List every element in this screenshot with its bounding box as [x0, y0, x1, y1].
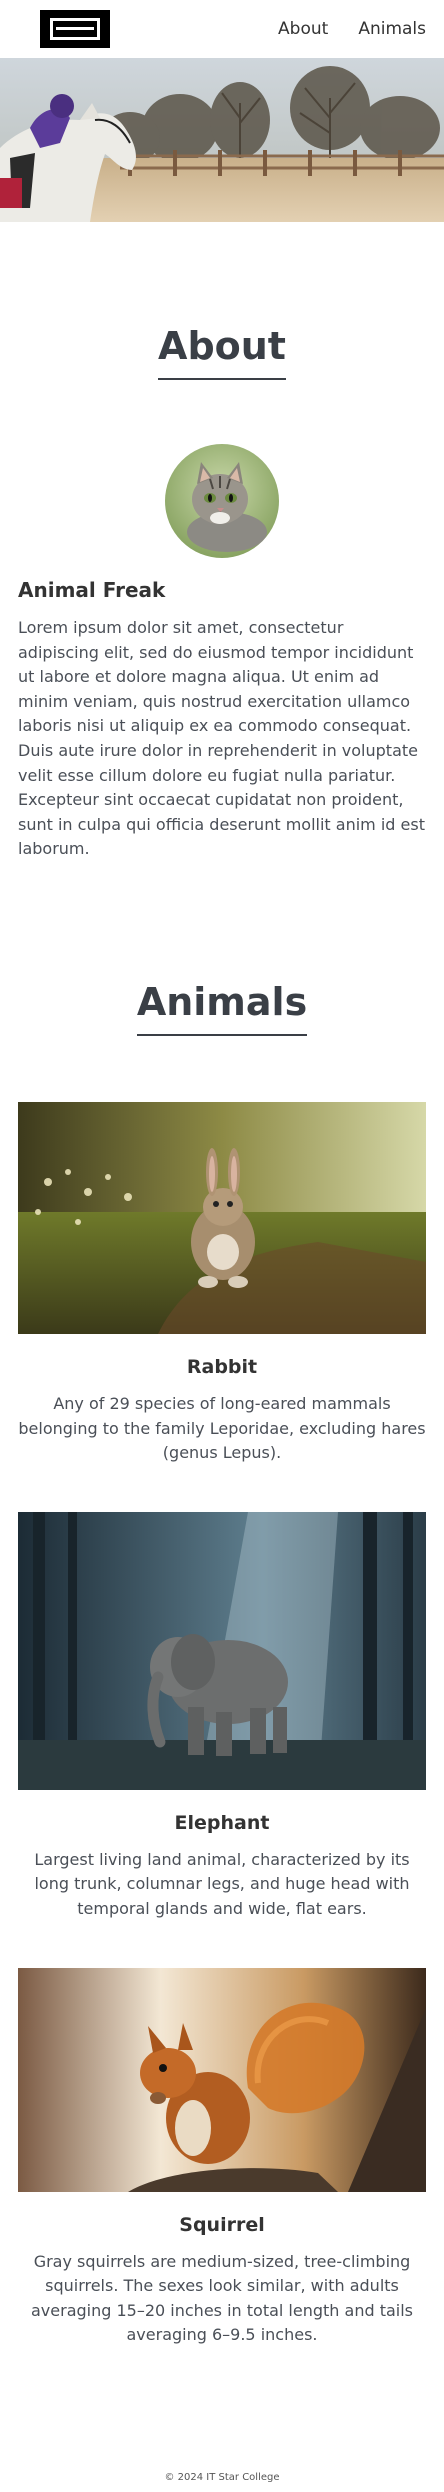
squirrel-image — [18, 1967, 426, 2192]
animal-card-elephant: Elephant Largest living land animal, cha… — [18, 1511, 426, 1922]
avatar-cat-image — [165, 444, 279, 558]
animal-list: Rabbit Any of 29 species of long-eared m… — [0, 1101, 444, 2348]
animal-card-rabbit: Rabbit Any of 29 species of long-eared m… — [18, 1101, 426, 1466]
page: About Animals About Animal Freak Lorem i… — [0, 0, 444, 2492]
animal-description: Gray squirrels are medium-sized, tree-cl… — [31, 2251, 413, 2345]
nav-link-about[interactable]: About — [278, 19, 328, 39]
squirrel-illustration — [18, 1967, 426, 2192]
animal-card-squirrel: Squirrel Gray squirrels are medium-sized… — [18, 1967, 426, 2348]
animal-description: Any of 29 species of long-eared mammals … — [18, 1393, 426, 1463]
animal-name: Rabbit — [186, 1355, 258, 1378]
animals-heading: Animals — [136, 980, 308, 1036]
site-footer: © 2024 IT Star College — [0, 2472, 444, 2483]
hero-horse-illustration — [0, 58, 444, 222]
animal-name: Elephant — [174, 1811, 270, 1834]
about-text: Lorem ipsum dolor sit amet, consectetur … — [18, 618, 425, 859]
site-header: About Animals — [0, 0, 444, 58]
rabbit-illustration — [18, 1101, 426, 1334]
animals-section: Animals Rabbit Any of 29 species of long… — [0, 862, 444, 2348]
animal-description: Largest living land animal, characterize… — [34, 1849, 410, 1918]
main-nav: About Animals — [278, 19, 426, 39]
nav-link-animals[interactable]: Animals — [358, 19, 426, 39]
animal-name: Squirrel — [179, 2213, 265, 2236]
about-name: Animal Freak — [18, 578, 166, 602]
rabbit-image — [18, 1101, 426, 1334]
hero-banner-image — [0, 58, 444, 222]
about-heading: About — [158, 324, 286, 380]
about-section: About Animal Freak Lorem ipsum dolor sit… — [0, 222, 444, 862]
logo[interactable] — [40, 10, 110, 48]
logo-mark — [50, 18, 100, 40]
copyright-text: © 2024 IT Star College — [164, 2472, 280, 2483]
elephant-image — [18, 1511, 426, 1790]
elephant-illustration — [18, 1511, 426, 1790]
cat-illustration — [165, 444, 279, 558]
